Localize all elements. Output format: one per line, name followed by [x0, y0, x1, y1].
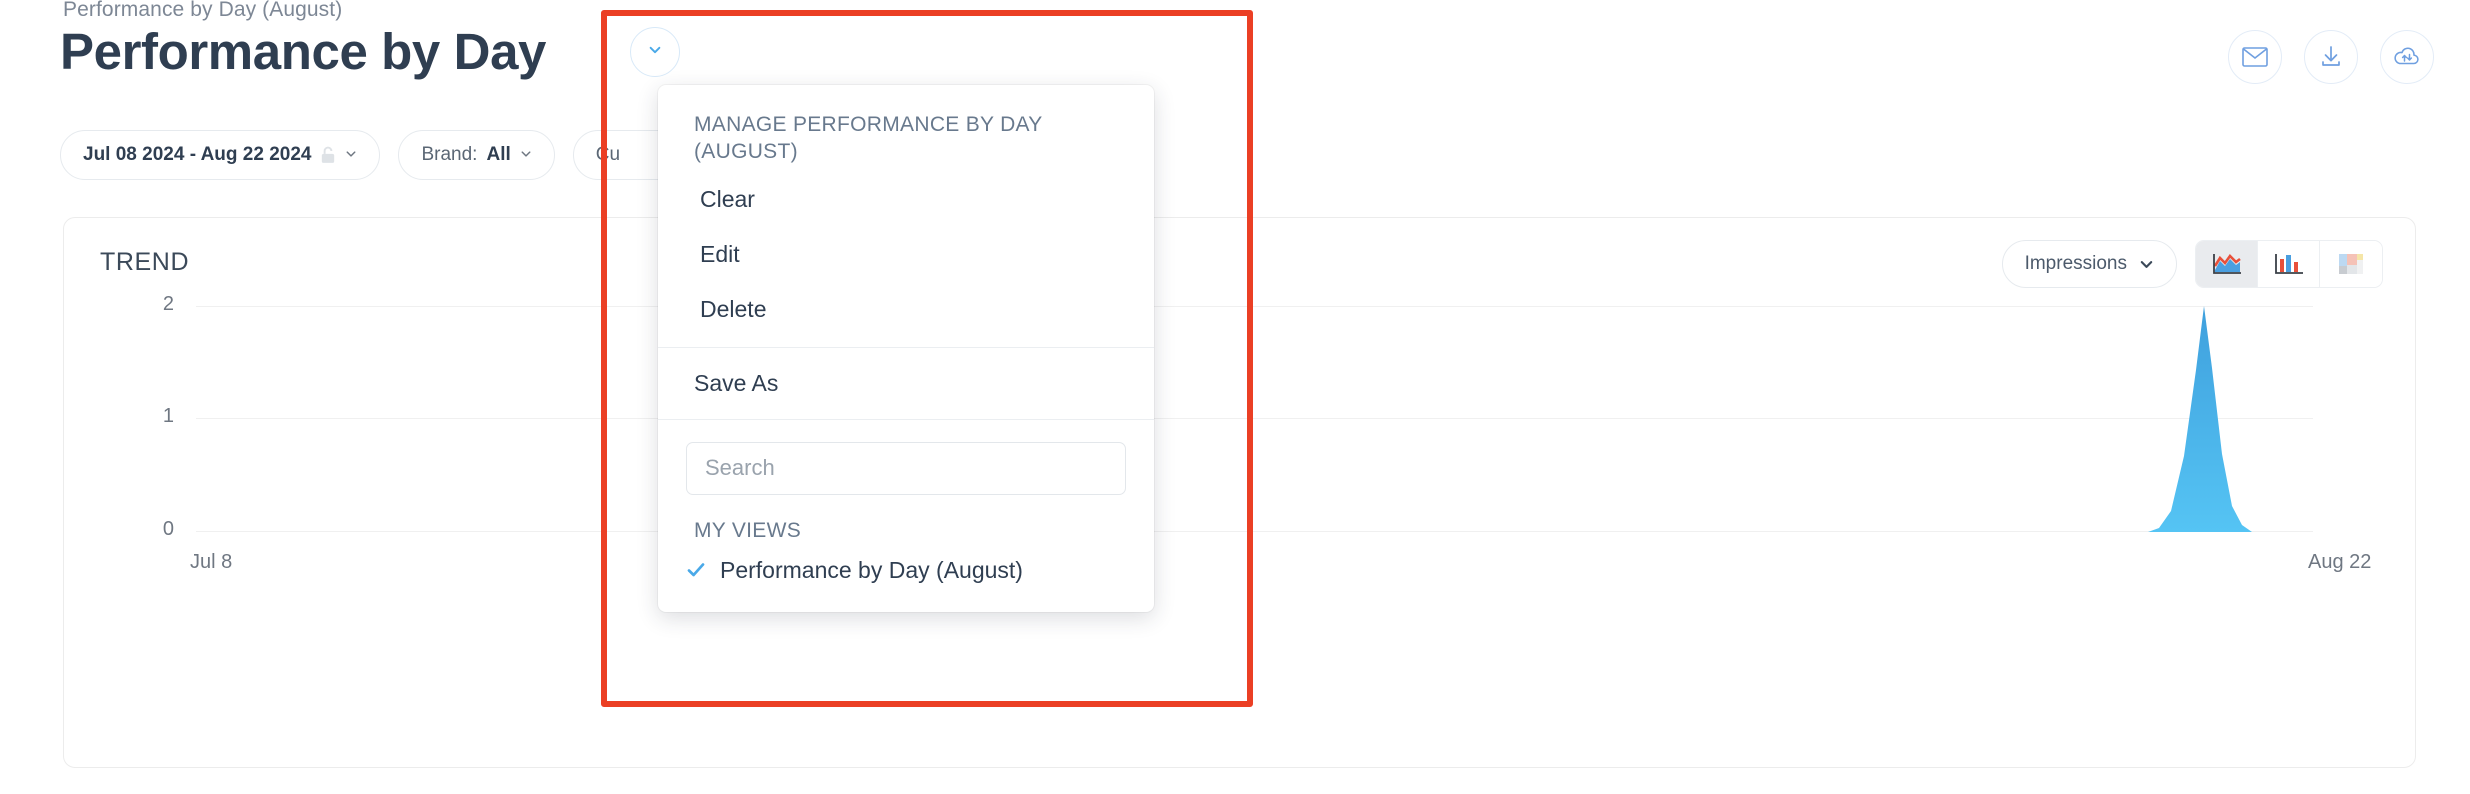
- chevron-down-icon: [521, 151, 531, 157]
- dropdown-group-label: MY VIEWS: [694, 518, 802, 542]
- brand-filter-value: All: [486, 144, 511, 165]
- app-page: Performance by Day (August) Performance …: [0, 0, 2470, 794]
- cloud-sync-button[interactable]: [2380, 30, 2434, 84]
- brand-filter-prefix: Brand:: [421, 144, 478, 165]
- view-list-item[interactable]: Performance by Day (August): [658, 547, 1154, 612]
- dropdown-manage-header: MANAGE PERFORMANCE BY DAY (AUGUST): [694, 113, 1043, 163]
- chart-type-toggle-group: [2195, 240, 2383, 288]
- page-title: Performance by Day: [60, 23, 547, 80]
- bar-chart-toggle[interactable]: [2258, 241, 2320, 287]
- chevron-down-icon: [346, 151, 356, 157]
- bar-chart-icon: [2274, 254, 2303, 274]
- date-range-filter[interactable]: Jul 08 2024 - Aug 22 2024: [60, 130, 381, 180]
- treemap-icon: [2339, 254, 2363, 274]
- third-filter-label: Cu: [595, 144, 621, 165]
- area-chart-icon: [2212, 253, 2241, 274]
- trend-plot: 2 1 0 Jul 8 Aug 22: [64, 293, 2415, 726]
- y-axis-tick-1: 1: [162, 405, 174, 427]
- treemap-chart-toggle[interactable]: [2320, 241, 2382, 287]
- view-list-item-label: Performance by Day (August): [720, 556, 1023, 583]
- x-axis-tick-end: Aug 22: [2308, 551, 2372, 573]
- area-series: [196, 306, 2315, 532]
- cloud-sync-icon: [2394, 47, 2419, 65]
- menu-item-save-as[interactable]: Save As: [658, 348, 1154, 420]
- menu-item-clear[interactable]: Clear: [658, 172, 1154, 227]
- dropdown-manage-items: Clear Edit Delete: [658, 172, 1154, 337]
- brand-filter[interactable]: Brand: All: [398, 130, 555, 180]
- download-icon: [2322, 46, 2340, 66]
- chevron-down-icon: [2140, 260, 2153, 268]
- dropdown-search-wrap: [658, 420, 1154, 503]
- email-button[interactable]: [2228, 30, 2282, 84]
- download-button[interactable]: [2304, 30, 2358, 84]
- unlock-icon: [322, 146, 335, 163]
- y-axis-tick-0: 0: [162, 518, 174, 540]
- views-search-input[interactable]: [686, 441, 1126, 495]
- metric-select[interactable]: Impressions: [2001, 240, 2177, 288]
- trend-card-tools: Impressions: [2001, 240, 2383, 288]
- chevron-down-icon: [649, 46, 661, 54]
- view-manage-dropdown: MANAGE PERFORMANCE BY DAY (AUGUST) Clear…: [658, 85, 1154, 612]
- check-icon: [687, 563, 705, 577]
- header-actions: [2228, 30, 2434, 84]
- y-axis-tick-2: 2: [162, 293, 174, 315]
- date-range-value: Jul 08 2024 - Aug 22 2024: [83, 144, 312, 165]
- area-chart-toggle[interactable]: [2196, 241, 2258, 287]
- trend-card: TREND Impressions 2 1 0 Jul 8 Aug 22: [63, 217, 2416, 768]
- x-axis-tick-start: Jul 8: [190, 551, 233, 573]
- metric-select-value: Impressions: [2024, 253, 2127, 274]
- view-menu-toggle-button[interactable]: [630, 27, 680, 77]
- breadcrumb: Performance by Day (August): [63, 0, 343, 21]
- trend-card-title: TREND: [100, 248, 190, 276]
- menu-item-edit[interactable]: Edit: [658, 227, 1154, 282]
- envelope-icon: [2242, 47, 2268, 67]
- menu-item-delete[interactable]: Delete: [658, 282, 1154, 337]
